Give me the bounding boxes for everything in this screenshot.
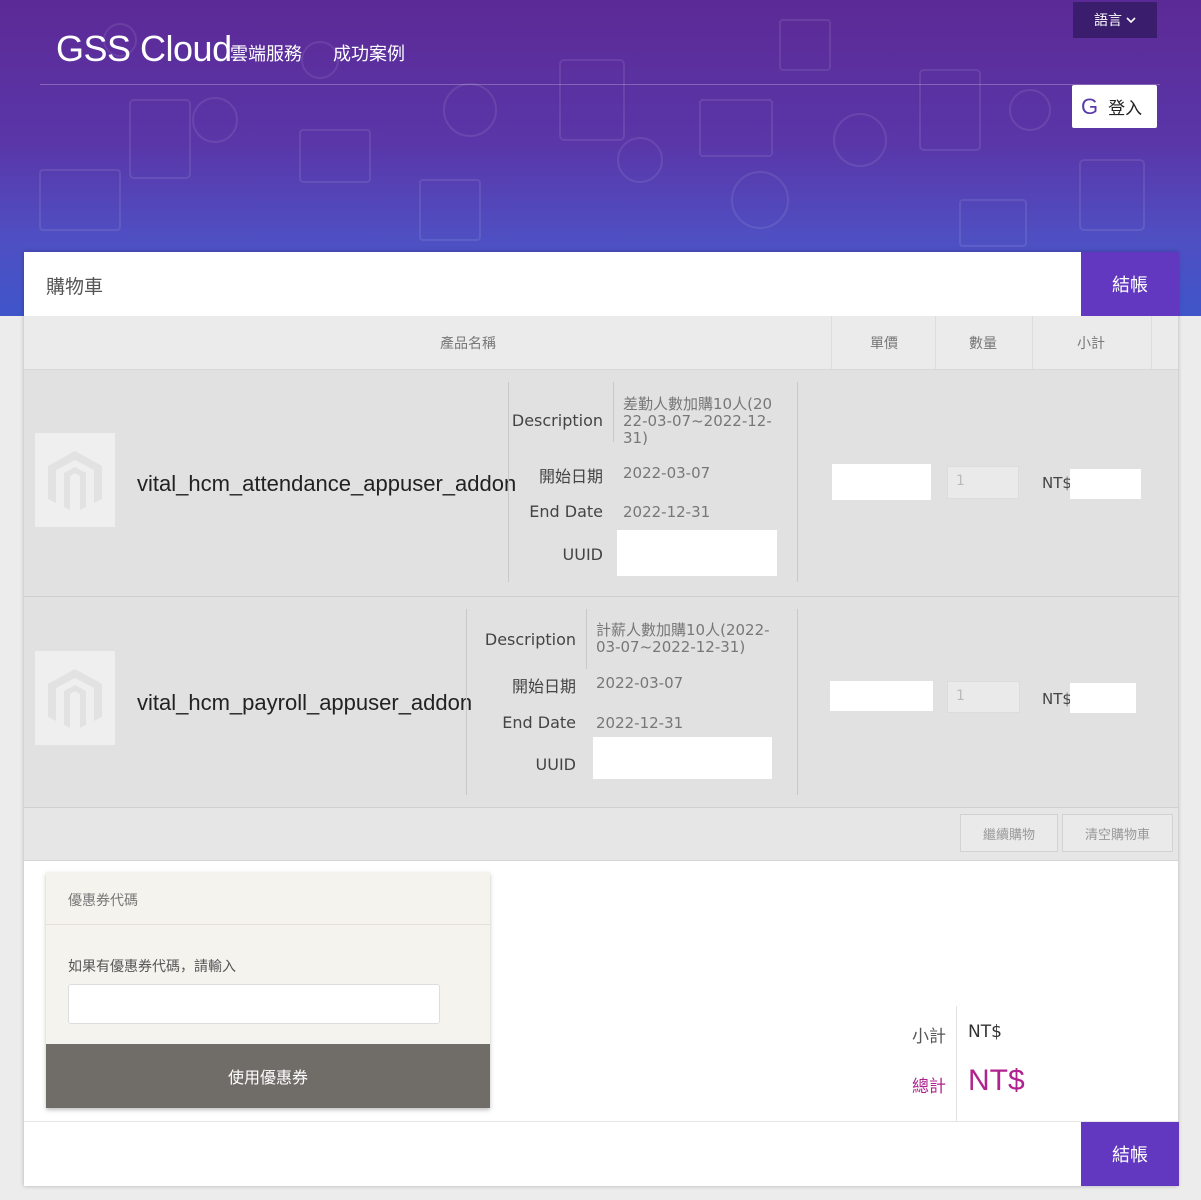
quantity-input[interactable]: 1 <box>947 681 1020 713</box>
detail-divider <box>613 382 614 442</box>
description-line: 03-07~2022-12-31) <box>596 638 746 656</box>
unit-price-value <box>832 464 931 500</box>
column-unit-price: 單價 <box>870 336 898 352</box>
subtotal-label: 小計 <box>912 1027 946 1047</box>
uuid-value <box>617 530 777 576</box>
description-label: Description <box>511 411 603 430</box>
cart-item-row: vital_hcm_attendance_appuser_addon Descr… <box>24 370 1178 597</box>
detail-divider <box>797 382 798 582</box>
footer-divider <box>24 1121 1178 1122</box>
chevron-down-icon <box>1126 17 1136 24</box>
cart-title: 購物車 <box>46 276 104 298</box>
column-product-name: 產品名稱 <box>440 336 496 352</box>
google-icon: G <box>1081 93 1099 119</box>
column-divider <box>1032 316 1033 369</box>
total-amount: NT$ <box>968 1064 1025 1097</box>
detail-divider <box>466 609 467 795</box>
cart-header: 購物車 <box>24 252 1178 317</box>
nav-cloud-services[interactable]: 雲端服務 <box>230 40 302 66</box>
brand-logo[interactable]: GSS Cloud <box>56 28 232 70</box>
description-label: Description <box>484 630 576 649</box>
uuid-label: UUID <box>562 545 603 564</box>
product-placeholder-icon <box>48 451 102 510</box>
cart-table-header: 產品名稱 單價 數量 小計 <box>24 316 1178 370</box>
detail-divider <box>586 609 587 669</box>
end-date-label: End Date <box>502 713 576 732</box>
coupon-divider <box>46 924 490 925</box>
language-label: 語言 <box>1094 13 1122 29</box>
product-name[interactable]: vital_hcm_attendance_appuser_addon <box>137 471 516 497</box>
coupon-panel: 優惠券代碼 如果有優惠券代碼，請輸入 使用優惠券 <box>46 872 490 1108</box>
cart-actions-bar: 繼續購物 清空購物車 <box>24 808 1178 861</box>
cart-panel: 購物車 結帳 產品名稱 單價 數量 小計 vital_hcm_attendanc… <box>24 252 1179 1186</box>
uuid-label: UUID <box>535 755 576 774</box>
product-thumbnail <box>35 651 115 745</box>
product-thumbnail <box>35 433 115 527</box>
detail-divider <box>797 609 798 795</box>
product-placeholder-icon <box>48 669 102 728</box>
column-quantity: 數量 <box>969 336 997 352</box>
end-date-label: End Date <box>529 502 603 521</box>
clear-cart-button[interactable]: 清空購物車 <box>1062 814 1173 852</box>
subtotal-currency: NT$ <box>1042 474 1072 492</box>
coupon-title: 優惠券代碼 <box>68 893 138 909</box>
language-dropdown[interactable]: 語言 <box>1073 2 1157 38</box>
description-line: 31) <box>623 429 648 447</box>
end-date-value: 2022-12-31 <box>596 714 684 732</box>
product-name[interactable]: vital_hcm_payroll_appuser_addon <box>137 690 472 716</box>
coupon-hint: 如果有優惠券代碼，請輸入 <box>68 959 236 975</box>
description-value: 計薪人數加購10人(2022- 03-07~2022-12-31) <box>596 622 770 656</box>
description-line: 22-03-07~2022-12- <box>623 412 772 430</box>
login-button[interactable]: G 登入 <box>1072 85 1157 128</box>
subtotal-currency: NT$ <box>1042 690 1072 708</box>
subtotal-amount: NT$ <box>968 1022 1002 1042</box>
start-date-value: 2022-03-07 <box>596 674 684 692</box>
description-value: 差勤人數加購10人(20 22-03-07~2022-12- 31) <box>623 396 772 447</box>
checkout-button-top[interactable]: 結帳 <box>1081 252 1179 316</box>
login-label: 登入 <box>1108 99 1143 119</box>
column-divider <box>831 316 832 369</box>
start-date-label: 開始日期 <box>538 467 603 486</box>
continue-shopping-button[interactable]: 繼續購物 <box>960 814 1058 852</box>
unit-price-value <box>830 681 933 711</box>
subtotal-value <box>1070 683 1136 713</box>
total-label: 總計 <box>912 1077 946 1097</box>
description-line: 差勤人數加購10人(20 <box>623 395 773 413</box>
nav-success-cases[interactable]: 成功案例 <box>333 40 405 66</box>
cart-item-row: vital_hcm_payroll_appuser_addon Descript… <box>24 597 1178 808</box>
start-date-value: 2022-03-07 <box>623 464 711 482</box>
coupon-code-input[interactable] <box>68 984 440 1024</box>
column-subtotal: 小計 <box>1077 336 1105 352</box>
column-divider <box>1151 316 1152 369</box>
column-divider <box>935 316 936 369</box>
checkout-button-bottom[interactable]: 結帳 <box>1081 1122 1179 1186</box>
description-line: 計薪人數加購10人(2022- <box>596 621 770 639</box>
quantity-input[interactable]: 1 <box>947 466 1019 499</box>
start-date-label: 開始日期 <box>511 677 576 696</box>
totals-divider <box>956 1006 957 1122</box>
subtotal-value <box>1070 469 1141 499</box>
apply-coupon-button[interactable]: 使用優惠券 <box>46 1044 490 1108</box>
uuid-value <box>593 737 772 779</box>
nav-divider <box>40 84 1160 85</box>
end-date-value: 2022-12-31 <box>623 503 711 521</box>
